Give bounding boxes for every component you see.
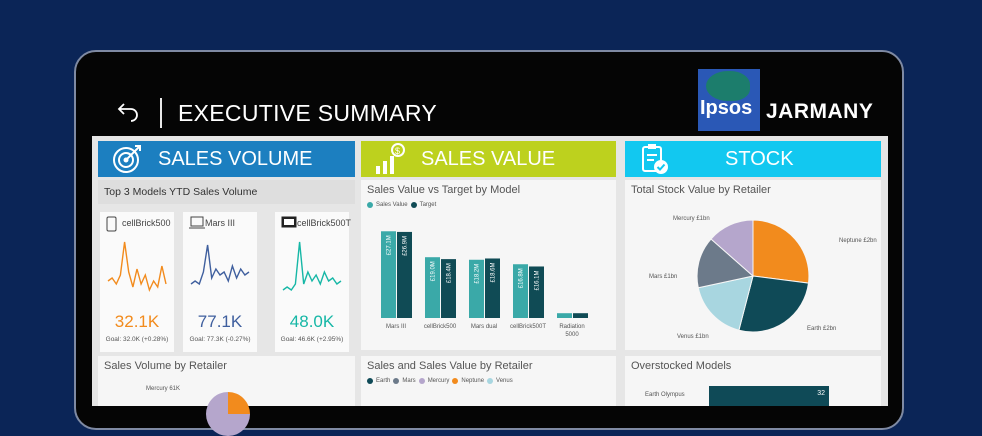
- svg-text:$: $: [395, 146, 400, 156]
- pie-label: Venus £1bn: [677, 334, 709, 340]
- dashboard-content: SALES VOLUME $ SALES VALUE STOCK Top 3 M…: [92, 136, 888, 436]
- retailer-pie: [206, 392, 250, 436]
- x-tick-label: Mars III: [386, 324, 406, 330]
- x-tick-label: cellBrick500T: [510, 324, 546, 330]
- phone-icon: [106, 216, 117, 232]
- pie-label: Mars £1bn: [649, 274, 677, 280]
- chart-coin-icon: $: [376, 143, 405, 174]
- bar-data-label: £27.1M: [387, 235, 393, 255]
- kpi-name: cellBrick500: [122, 218, 171, 228]
- section-header-stock[interactable]: STOCK: [625, 141, 881, 177]
- legend-label: Mars: [402, 378, 416, 384]
- x-tick-label: Mars dual: [471, 324, 497, 330]
- overstocked-panel[interactable]: Overstocked Models Earth Olympus 32: [625, 356, 881, 406]
- laptop-icon: [189, 216, 205, 229]
- tablet-icon: [281, 216, 297, 228]
- subheader-text: Top 3 Models YTD Sales Volume: [104, 186, 258, 198]
- bar-data-label: £18.6M: [491, 262, 497, 282]
- bar[interactable]: [557, 313, 572, 318]
- legend-label: Earth: [376, 378, 391, 384]
- legend-label: Mercury: [427, 378, 450, 384]
- legend-dot: [452, 378, 459, 384]
- kpi-name: Mars III: [205, 218, 236, 228]
- panel-title: Overstocked Models: [631, 360, 732, 372]
- panel-title: Sales Value vs Target by Model: [367, 184, 521, 196]
- top-bar: EXECUTIVE SUMMARY Ipsos JARMANY: [92, 66, 888, 136]
- legend-dot: [367, 202, 373, 208]
- overstock-value: 32: [817, 390, 825, 397]
- sparkline: [107, 241, 167, 293]
- pie-label: Earth £2bn: [807, 326, 836, 332]
- legend-dot: [418, 378, 425, 384]
- panel-title: Sales Volume by Retailer: [104, 360, 227, 372]
- legend-label: Venus: [496, 378, 513, 384]
- bar-data-label: £26.9M: [403, 236, 409, 256]
- bar-data-label: £18.4M: [447, 263, 453, 283]
- bar[interactable]: [573, 313, 588, 318]
- back-arrow-icon[interactable]: [116, 98, 140, 122]
- legend-label: Neptune: [461, 378, 485, 384]
- stock-pie-chart: Neptune £2bn Earth £2bn Venus £1bn Mars £1b…: [649, 216, 877, 340]
- legend-dot: [410, 202, 417, 208]
- pie-slice[interactable]: [752, 219, 810, 284]
- panel-title: Total Stock Value by Retailer: [631, 184, 771, 196]
- kpi-goal: Goal: 46.6K (+2.95%): [280, 336, 344, 343]
- target-icon: [113, 145, 141, 173]
- top-models-subheader: Top 3 Models YTD Sales Volume: [98, 180, 355, 204]
- sparkline-path: [282, 241, 342, 291]
- bar-data-label: £16.1M: [535, 270, 541, 290]
- kpi-name: cellBrick500T: [297, 218, 352, 228]
- bar-data-label: £16.8M: [519, 268, 525, 288]
- overstock-label: Earth Olympus: [645, 392, 685, 398]
- legend-dot: [393, 378, 400, 384]
- sparkline-path: [190, 244, 250, 286]
- pie-label: Neptune £2bn: [839, 238, 877, 244]
- page-title: EXECUTIVE SUMMARY: [178, 100, 437, 126]
- panel-title: Sales and Sales Value by Retailer: [367, 360, 533, 372]
- brand-name: JARMANY: [766, 100, 874, 123]
- retailer-legend: Earth Mars Mercury Neptune Venus: [367, 378, 513, 384]
- sparkline-path: [107, 241, 167, 293]
- section-header-sales-volume[interactable]: SALES VOLUME: [98, 141, 355, 177]
- bar-data-label: £18.2M: [475, 264, 481, 284]
- legend-dot: [487, 378, 494, 384]
- chart-legend: Sales Value Target: [367, 202, 436, 208]
- logo-text: Ipsos: [700, 97, 753, 119]
- kpi-value: 32.1K: [114, 312, 160, 331]
- x-tick-label: cellBrick500: [424, 324, 457, 330]
- legend-dot: [367, 378, 373, 384]
- kpi-value: 48.0K: [289, 312, 335, 331]
- kpi-card[interactable]: cellBrick500 32.1K Goal: 32.0K (+0.28%): [100, 212, 174, 352]
- section-label: STOCK: [725, 147, 794, 170]
- section-label: SALES VOLUME: [158, 147, 313, 170]
- pie-label: Mercury £1bn: [673, 216, 710, 222]
- stock-by-retailer-panel[interactable]: Total Stock Value by Retailer Neptune £2…: [625, 180, 881, 350]
- section-label: SALES VALUE: [421, 147, 556, 170]
- retailer-label: Mercury 61K: [146, 386, 181, 392]
- kpi-value: 77.1K: [197, 312, 243, 331]
- clipboard-check-icon: [642, 144, 668, 174]
- section-header-sales-value[interactable]: $ SALES VALUE: [361, 141, 616, 177]
- value-vs-target-panel[interactable]: Sales Value vs Target by Model Sales Val…: [361, 180, 616, 350]
- kpi-goal: Goal: 32.0K (+0.28%): [105, 336, 169, 343]
- bar-data-label: £19.0M: [431, 261, 437, 281]
- kpi-goal: Goal: 77.3K (-0.27%): [189, 336, 251, 343]
- dashboard-screen: EXECUTIVE SUMMARY Ipsos JARMANY SALES VO…: [92, 66, 888, 436]
- legend-label: Target: [419, 202, 437, 208]
- sparkline: [282, 241, 342, 291]
- header-divider: [160, 98, 162, 128]
- x-tick-label: Radiation: [559, 324, 584, 330]
- legend-label: Sales Value: [376, 202, 408, 208]
- kpi-card[interactable]: Mars III 77.1K Goal: 77.3K (-0.27%): [183, 212, 257, 352]
- volume-by-retailer-panel[interactable]: Sales Volume by Retailer Mercury 61K: [98, 356, 355, 436]
- ipsos-logo: Ipsos: [698, 69, 760, 131]
- bar-chart: £27.1M £26.9M Mars III £19.0M £18.4M cellBric…: [381, 231, 588, 338]
- kpi-card[interactable]: cellBrick500T 48.0K Goal: 46.6K (+2.95%): [275, 212, 352, 352]
- x-tick-label: 5000: [565, 332, 579, 338]
- sparkline: [190, 244, 250, 286]
- overstock-bar: 32: [709, 386, 829, 406]
- value-by-retailer-panel[interactable]: Sales and Sales Value by Retailer Earth …: [361, 356, 616, 406]
